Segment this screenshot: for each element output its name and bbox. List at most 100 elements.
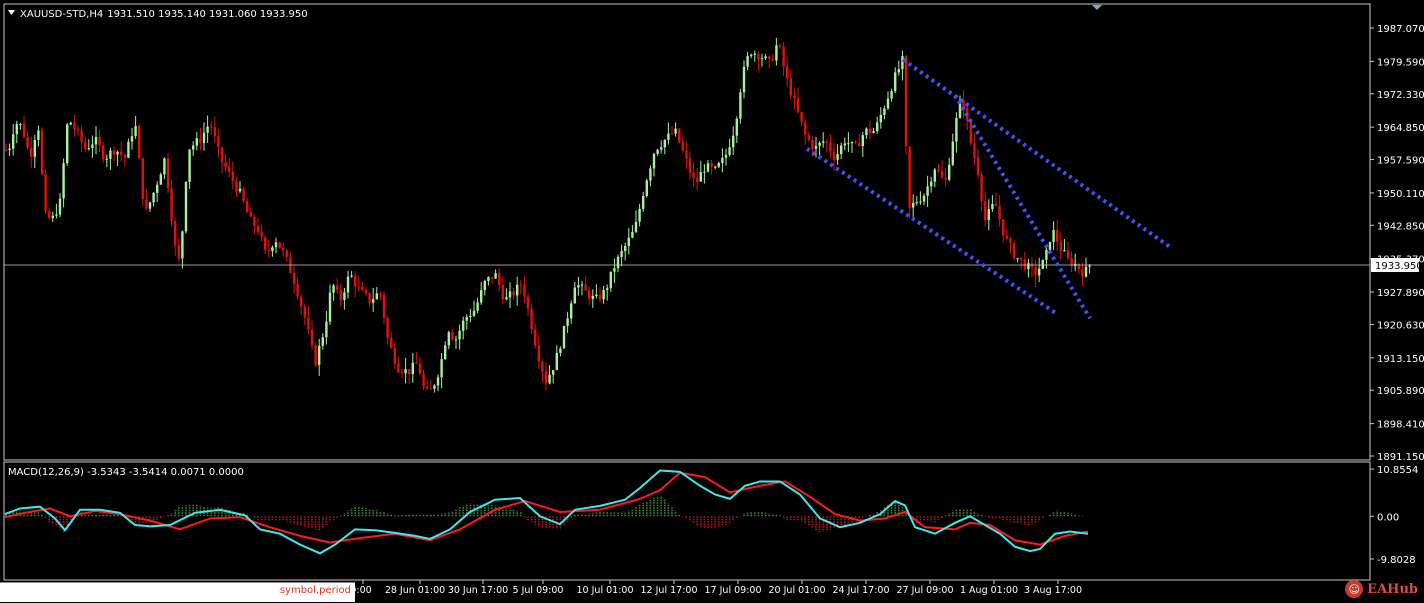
candle-body [526,296,530,309]
candle-body [739,92,742,119]
candle-body [1012,243,1016,259]
candle-body [325,321,328,338]
candle-body [1009,238,1012,244]
candle-body [415,362,418,364]
candle-body [649,168,652,181]
candle-body [714,166,717,168]
candle-body [930,181,933,187]
candle-body [861,135,864,147]
time-tick-label: 10 Jul 01:00 [577,585,634,596]
candle-body [505,297,508,300]
candle-body [818,142,821,146]
time-axis: 09:00 28 Jun 01:00 30 Jun 17:00 5 Jul 09:00… [344,580,1082,596]
candle-body [1016,258,1019,260]
candle-body [908,146,911,208]
eahub-label: EAHub [1367,581,1418,597]
candle-body [832,151,836,160]
candle-body [829,142,832,152]
candle-body [721,157,724,164]
candle-body [1059,242,1062,251]
candle-body [793,95,796,99]
candle-body [570,303,573,319]
candle-body [948,164,951,180]
candle-body [1002,219,1005,236]
candle-body [192,145,195,150]
symbol-period-label: symbol,period [279,585,351,596]
candle-body [865,128,868,136]
candle-body [318,345,321,365]
candle-body [984,201,987,221]
chart-window: XAUUSD-STD,H4 1931.510 1935.140 1931.060 … [3,3,1424,596]
candle-body [73,122,76,130]
candle-body [994,203,998,206]
candle-body [1088,265,1091,267]
candle-body [530,308,533,330]
time-tick-label: 3 Aug 17:00 [1024,585,1082,596]
candle-body [778,45,782,47]
candle-body [372,299,375,303]
candle-body [48,211,51,218]
candle-body [310,329,314,346]
candle-body [890,91,893,99]
candle-body [760,58,764,60]
candle-body [408,369,411,375]
candle-body [876,122,879,132]
candle-body [537,345,540,362]
candle-body [573,287,576,304]
candle-body [757,53,760,60]
candle-body [1063,250,1066,252]
candle-body [1034,267,1037,276]
candle-body [109,150,112,159]
candle-body [782,46,785,67]
candle-body [55,214,58,216]
candle-body [40,130,44,174]
candle-body [177,245,180,259]
candle-body [386,317,389,338]
eahub-logo-icon: ☺ [1345,580,1364,598]
candle-body [267,249,270,252]
candle-body [1041,259,1044,269]
candle-body [627,237,630,246]
candle-body [98,137,101,146]
candle-body [12,134,15,149]
candle-body [685,150,688,159]
price-tick-label: 1920.630 [1377,320,1424,331]
candle-body [1020,258,1023,260]
candle-body [112,150,116,155]
candle-body [735,118,738,136]
price-tick-label: 1927.890 [1377,288,1424,299]
candle-body [87,147,90,150]
candle-body [998,205,1001,220]
candle-body [523,285,526,297]
candle-body [440,359,443,378]
candle-body [69,122,72,125]
candle-body [811,139,814,149]
candle-body [516,284,519,296]
candle-body [534,329,537,346]
candle-body [724,154,728,158]
candle-body [1081,269,1084,277]
candle-body [789,78,792,96]
candle-body [681,142,684,151]
candle-body [1084,266,1088,277]
candle-body [868,128,872,134]
time-tick-label: 27 Jul 09:00 [897,585,954,596]
candle-body [188,149,191,182]
candle-body [120,151,123,155]
candle-body [206,126,209,133]
price-tick-label: 1898.410 [1377,420,1424,431]
candle-body [804,122,807,135]
candle-body [847,143,850,145]
candle-body [688,158,692,173]
candle-body [228,167,231,172]
candle-body [814,145,818,149]
candle-body [123,154,126,158]
candle-body [1052,230,1055,242]
price-header: XAUUSD-STD,H4 1931.510 1935.140 1931.060 … [20,9,308,20]
candle-body [796,98,800,112]
candle-body [447,332,450,346]
candle-body [591,295,594,299]
symbol-period-box[interactable]: symbol,period [0,582,355,602]
time-tick-label: 28 Jun 01:00 [385,585,445,596]
time-tick-label: 20 Jul 01:00 [769,585,826,596]
